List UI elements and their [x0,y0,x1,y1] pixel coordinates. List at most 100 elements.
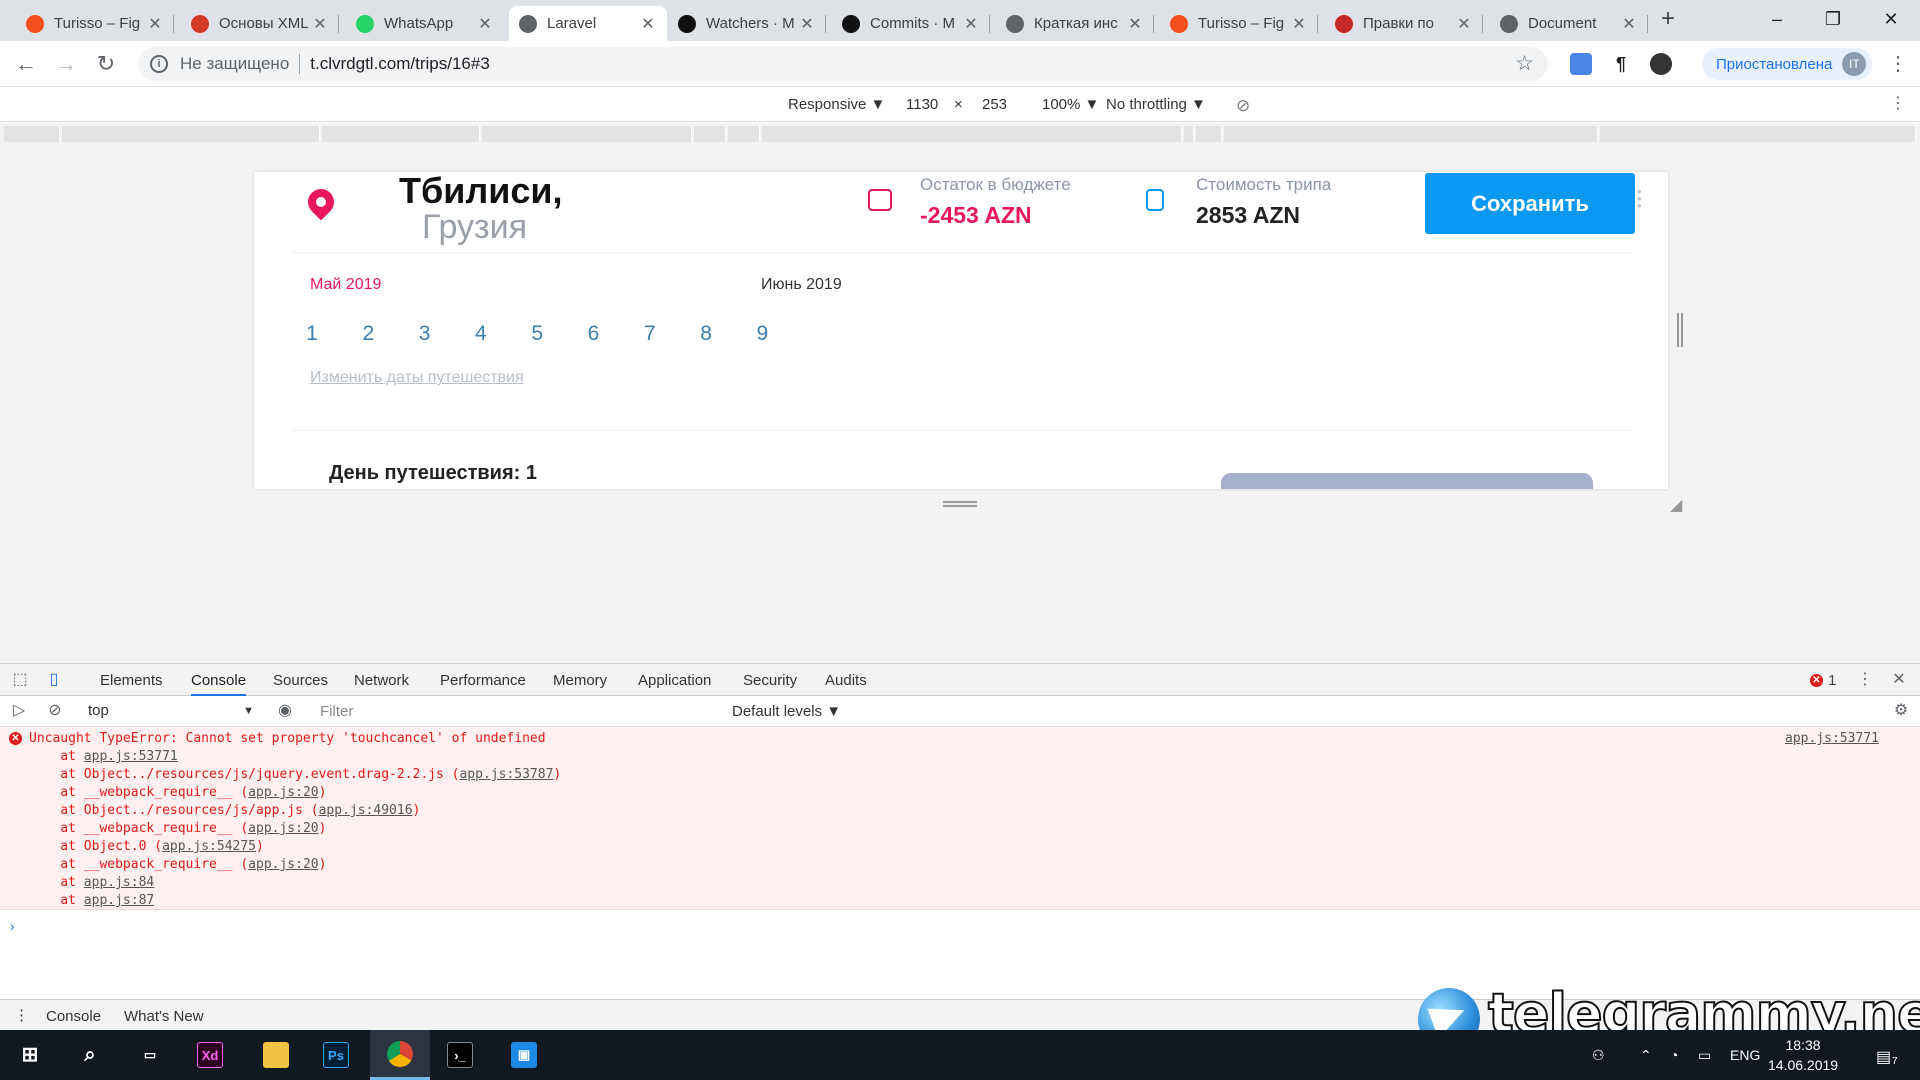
stack-frame-link[interactable]: app.js:87 [84,893,154,908]
stack-frame-link[interactable]: app.js:53787 [459,767,553,782]
search-icon[interactable]: ⌕ [60,1030,120,1080]
day-number[interactable]: 5 [517,322,557,346]
context-select[interactable]: top ▼ [80,700,256,722]
log-levels-select[interactable]: Default levels ▼ [732,703,841,720]
close-tab-icon[interactable]: ✕ [1290,14,1308,34]
width-input[interactable]: 1130 [906,96,938,113]
add-activity-button[interactable] [1221,473,1593,489]
console-filter-input[interactable] [312,699,722,723]
bookmark-star-icon[interactable]: ☆ [1515,51,1534,76]
media-query-segment[interactable] [1600,126,1916,142]
system-clock[interactable]: 18:38 14.06.2019 [1768,1035,1838,1075]
media-query-segment[interactable] [1196,126,1222,142]
day-number[interactable]: 7 [630,322,670,346]
day-number[interactable]: 9 [742,322,782,346]
close-window-button[interactable]: ✕ [1868,4,1914,34]
close-tab-icon[interactable]: ✕ [476,14,494,34]
device-menu-icon[interactable]: ⋮ [1890,96,1906,112]
terminal-icon[interactable]: ›_ [430,1030,490,1080]
drawer-menu-icon[interactable]: ⋮ [14,1006,29,1024]
url-text[interactable]: t.clvrdgtl.com/trips/16#3 [310,54,490,74]
day-number[interactable]: 6 [574,322,614,346]
console-prompt[interactable]: › [10,918,15,934]
notifications-icon[interactable]: ▤ [1876,1047,1891,1067]
resize-handle-bottom[interactable] [943,501,977,507]
devtools-tab-memory[interactable]: Memory [553,672,607,689]
devtools-tab-network[interactable]: Network [354,672,409,689]
devtools-tab-performance[interactable]: Performance [440,672,526,689]
stack-frame-link[interactable]: app.js:54275 [162,839,256,854]
stack-frame-link[interactable]: app.js:20 [248,821,318,836]
media-query-segment[interactable] [482,126,692,142]
browser-tab[interactable]: Laravel ✕ [509,6,667,41]
browser-tab[interactable]: WhatsApp ✕ [346,6,504,41]
forward-icon[interactable]: → [52,51,80,77]
close-tab-icon[interactable]: ✕ [798,14,816,34]
new-tab-button[interactable]: + [1656,7,1680,32]
stack-frame-link[interactable]: app.js:20 [248,785,318,800]
resize-handle-right[interactable] [1677,313,1683,347]
browser-tab[interactable]: Document ✕ [1490,6,1648,41]
close-tab-icon[interactable]: ✕ [311,14,329,34]
media-query-segment[interactable] [62,126,320,142]
start-button[interactable]: ⊞ [0,1030,60,1080]
browser-tab[interactable]: Краткая инс ✕ [996,6,1154,41]
language-indicator[interactable]: ENG [1730,1047,1760,1063]
browser-tab[interactable]: Turisso – Fig ✕ [16,6,174,41]
devtools-tab-audits[interactable]: Audits [825,672,867,689]
stack-frame-link[interactable]: app.js:49016 [319,803,413,818]
profile-button[interactable]: Приостановлена IT [1702,48,1873,80]
drawer-tab[interactable]: Console [46,1008,101,1025]
battery-icon[interactable]: ▭ [1698,1047,1711,1064]
browser-tab[interactable]: Watchers · M ✕ [668,6,826,41]
close-tab-icon[interactable]: ✕ [1620,14,1638,34]
eye-icon[interactable]: ◉ [276,702,294,720]
devtools-tab-application[interactable]: Application [638,672,711,689]
height-input[interactable]: 253 [982,96,1007,113]
browser-tab[interactable]: Commits · M ✕ [832,6,990,41]
stack-frame-link[interactable]: app.js:20 [248,857,318,872]
close-tab-icon[interactable]: ✕ [962,14,980,34]
settings-gear-icon[interactable]: ⚙ [1892,702,1910,720]
media-query-segment[interactable] [762,126,1182,142]
devtools-tab-security[interactable]: Security [743,672,797,689]
xd-app-icon[interactable]: Xd [180,1030,240,1080]
info-icon[interactable]: i [150,55,168,73]
task-view-icon[interactable]: ▭ [120,1030,180,1080]
day-number[interactable]: 8 [686,322,726,346]
minimize-button[interactable]: – [1754,4,1800,34]
tray-chevron-icon[interactable]: ⌃ [1640,1047,1652,1064]
error-count[interactable]: 1 [1828,672,1836,689]
wifi-icon[interactable]: ◔ [1670,1047,1678,1063]
save-button[interactable]: Сохранить [1425,173,1635,234]
browser-tab[interactable]: Правки по ✕ [1325,6,1483,41]
media-query-segment[interactable] [4,126,60,142]
browser-menu-icon[interactable]: ⋮ [1888,54,1908,74]
throttling-select[interactable]: No throttling ▼ [1106,96,1206,113]
device-toggle-icon[interactable]: ▯ [45,671,63,689]
sidebar-toggle-icon[interactable]: ▷ [10,702,28,720]
more-options-icon[interactable]: • • • [1637,185,1642,212]
address-bar[interactable]: i Не защищено t.clvrdgtl.com/trips/16#3 … [138,47,1548,81]
close-tab-icon[interactable]: ✕ [639,14,657,34]
app-taskbar-icon[interactable]: ▣ [494,1030,554,1080]
back-icon[interactable]: ← [12,51,40,77]
devtools-tab-elements[interactable]: Elements [100,672,163,689]
device-mode-select[interactable]: Responsive ▼ [788,96,885,113]
reload-icon[interactable]: ↻ [92,51,120,77]
media-query-segment[interactable] [1184,126,1194,142]
error-source-link[interactable]: app.js:53771 [1785,731,1879,746]
day-number[interactable]: 4 [461,322,501,346]
translate-extension-icon[interactable] [1570,53,1592,75]
media-query-segment[interactable] [322,126,480,142]
people-icon[interactable]: ⚇ [1592,1047,1605,1064]
close-tab-icon[interactable]: ✕ [1126,14,1144,34]
day-number[interactable]: 2 [348,322,388,346]
error-count-icon[interactable]: ✕ [1810,674,1823,687]
clear-console-icon[interactable]: ⊘ [46,702,64,720]
devtools-menu-icon[interactable]: ⋮ [1856,671,1874,689]
maximize-button[interactable]: ❐ [1810,4,1856,34]
photoshop-icon[interactable]: Ps [306,1030,366,1080]
inspect-element-icon[interactable]: ⬚ [11,671,29,689]
media-query-segment[interactable] [728,126,760,142]
